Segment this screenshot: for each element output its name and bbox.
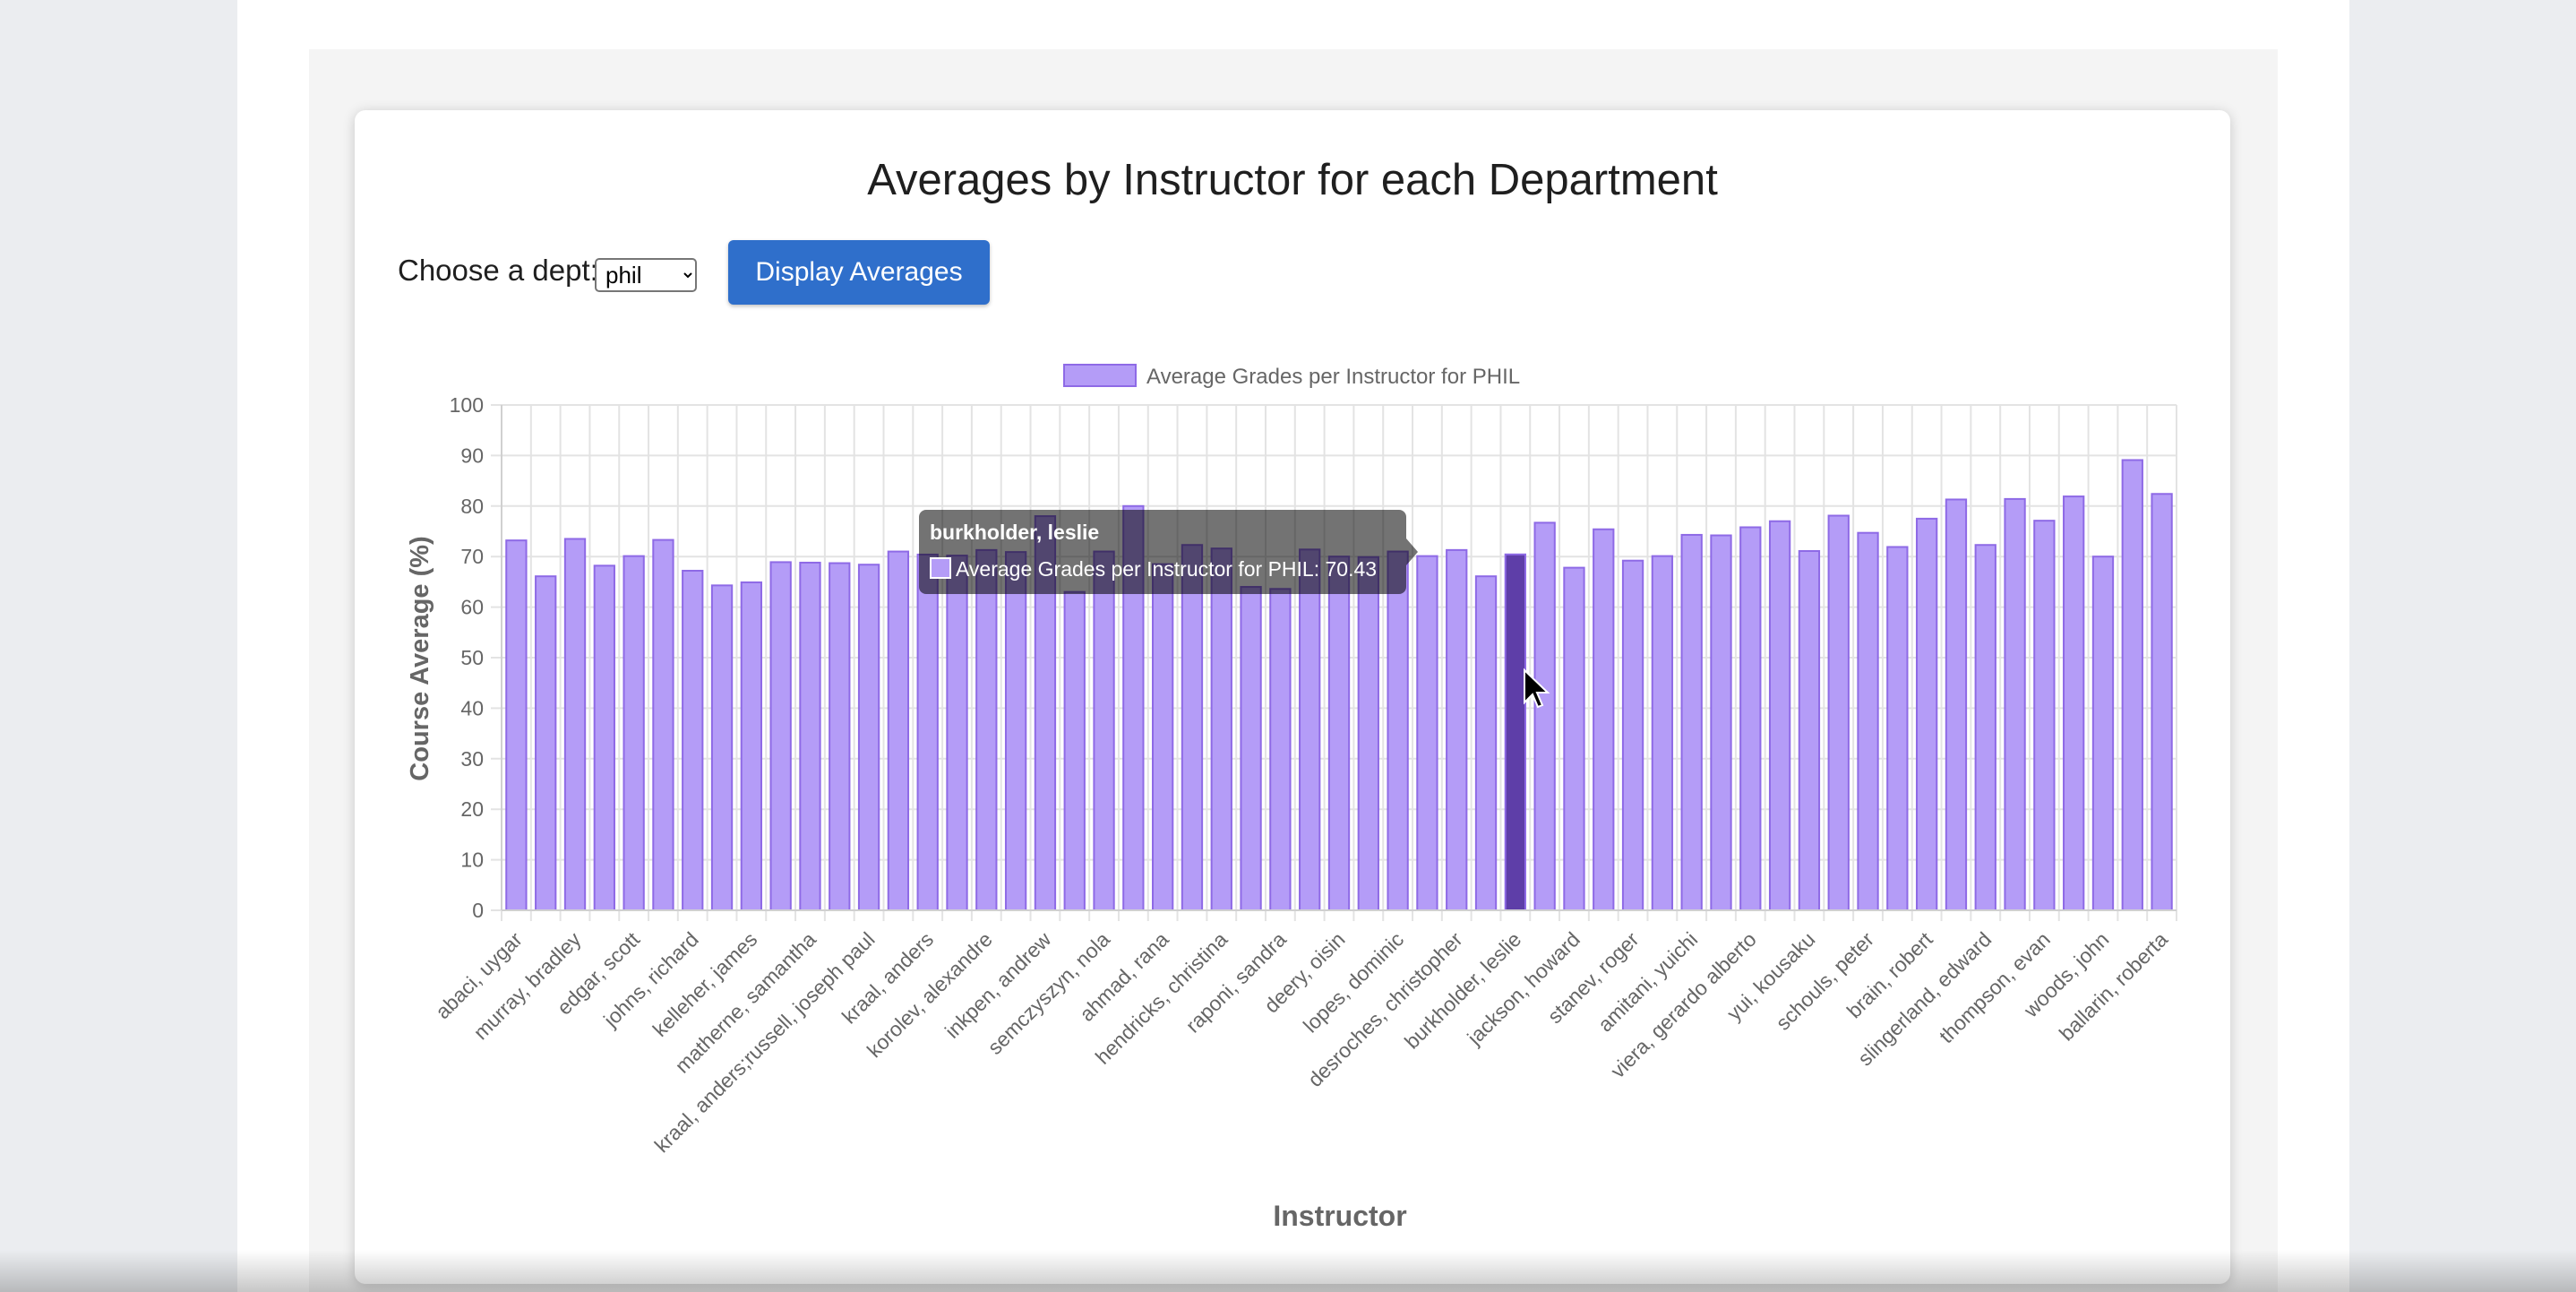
- y-tick-label: 100: [450, 393, 484, 417]
- bar-tooltip: burkholder, leslie Average Grades per In…: [919, 510, 1418, 594]
- legend[interactable]: Average Grades per Instructor for PHIL: [1063, 364, 1520, 389]
- bar[interactable]: [769, 561, 792, 911]
- y-tick-label: 30: [460, 747, 484, 771]
- bar[interactable]: [2151, 493, 2173, 911]
- tooltip-label: Average Grades per Instructor for PHIL: …: [956, 557, 1377, 581]
- bar[interactable]: [1446, 548, 1468, 911]
- bar[interactable]: [535, 575, 557, 911]
- bar[interactable]: [593, 564, 615, 911]
- bar[interactable]: [829, 562, 851, 911]
- bar[interactable]: [2091, 556, 2115, 911]
- bar[interactable]: [1210, 547, 1232, 912]
- bar[interactable]: [1269, 588, 1292, 912]
- bar[interactable]: [2063, 495, 2085, 911]
- legend-swatch[interactable]: [1063, 364, 1137, 387]
- bar[interactable]: [1651, 555, 1674, 911]
- bar[interactable]: [682, 569, 704, 911]
- x-tick-label: murray, bradley: [468, 927, 586, 1045]
- tooltip-swatch: [930, 557, 951, 579]
- y-tick-label: 40: [460, 696, 484, 719]
- bar[interactable]: [1945, 498, 1968, 912]
- x-tick-label: raponi, sandra: [1181, 927, 1292, 1038]
- bar[interactable]: [1063, 590, 1086, 911]
- x-tick-label: inkpen, andrew: [940, 927, 1056, 1043]
- bar[interactable]: [1739, 526, 1762, 911]
- bar[interactable]: [1474, 575, 1498, 911]
- bar[interactable]: [1827, 514, 1850, 911]
- bar[interactable]: [1798, 549, 1821, 911]
- bar[interactable]: [623, 555, 645, 911]
- bar[interactable]: [1915, 517, 1938, 912]
- bar[interactable]: [1768, 520, 1791, 911]
- bar[interactable]: [1004, 551, 1027, 912]
- bar[interactable]: [563, 538, 587, 912]
- bar[interactable]: [710, 584, 734, 912]
- bar[interactable]: [1093, 550, 1115, 911]
- bar[interactable]: [1710, 534, 1732, 912]
- bar[interactable]: [916, 553, 939, 911]
- bar[interactable]: [2004, 497, 2026, 911]
- bar[interactable]: [652, 538, 674, 911]
- y-tick-label: 0: [472, 899, 484, 922]
- bar[interactable]: [740, 581, 763, 911]
- bar[interactable]: [1387, 550, 1409, 911]
- y-tick-label: 80: [460, 495, 484, 518]
- bar[interactable]: [946, 555, 968, 912]
- bar[interactable]: [857, 564, 880, 911]
- x-axis-title: Instructor: [1273, 1200, 1406, 1232]
- x-tick-label: ballarin, roberta: [2055, 927, 2173, 1046]
- bar-chart: 0102030405060708090100abaci, uygarmurray…: [406, 364, 2177, 1232]
- bar[interactable]: [1533, 521, 1556, 911]
- y-tick-label: 10: [460, 848, 484, 872]
- bar[interactable]: [1621, 559, 1644, 911]
- bar[interactable]: [1299, 548, 1321, 912]
- bar[interactable]: [1974, 544, 1996, 912]
- y-axis-title: Course Average (%): [406, 536, 434, 780]
- bar[interactable]: [1181, 544, 1204, 912]
- bar[interactable]: [505, 539, 528, 911]
- bar[interactable]: [2033, 520, 2056, 911]
- tooltip-title: burkholder, leslie: [930, 521, 1099, 544]
- y-tick-label: 20: [460, 797, 484, 821]
- y-tick-label: 60: [460, 596, 484, 619]
- bar[interactable]: [1886, 546, 1909, 911]
- bar[interactable]: [1240, 586, 1262, 911]
- y-tick-label: 90: [460, 444, 484, 467]
- bar[interactable]: [1680, 533, 1703, 911]
- bar[interactable]: [1327, 556, 1351, 911]
- bar[interactable]: [887, 550, 910, 911]
- y-tick-label: 50: [460, 646, 484, 669]
- bar[interactable]: [1152, 563, 1174, 911]
- bar[interactable]: [2121, 459, 2143, 911]
- bar[interactable]: [1504, 553, 1526, 911]
- bar[interactable]: [1593, 528, 1615, 912]
- legend-label[interactable]: Average Grades per Instructor for PHIL: [1146, 365, 1520, 389]
- bar[interactable]: [975, 548, 998, 911]
- bar[interactable]: [1563, 566, 1585, 911]
- x-tick-label: lopes, dominic: [1299, 927, 1408, 1037]
- bar[interactable]: [1416, 555, 1438, 911]
- y-tick-label: 70: [460, 545, 484, 568]
- x-tick-label: kelleher, james: [648, 927, 762, 1041]
- bar[interactable]: [1857, 531, 1879, 912]
- bar[interactable]: [799, 561, 821, 912]
- bar[interactable]: [1357, 556, 1379, 911]
